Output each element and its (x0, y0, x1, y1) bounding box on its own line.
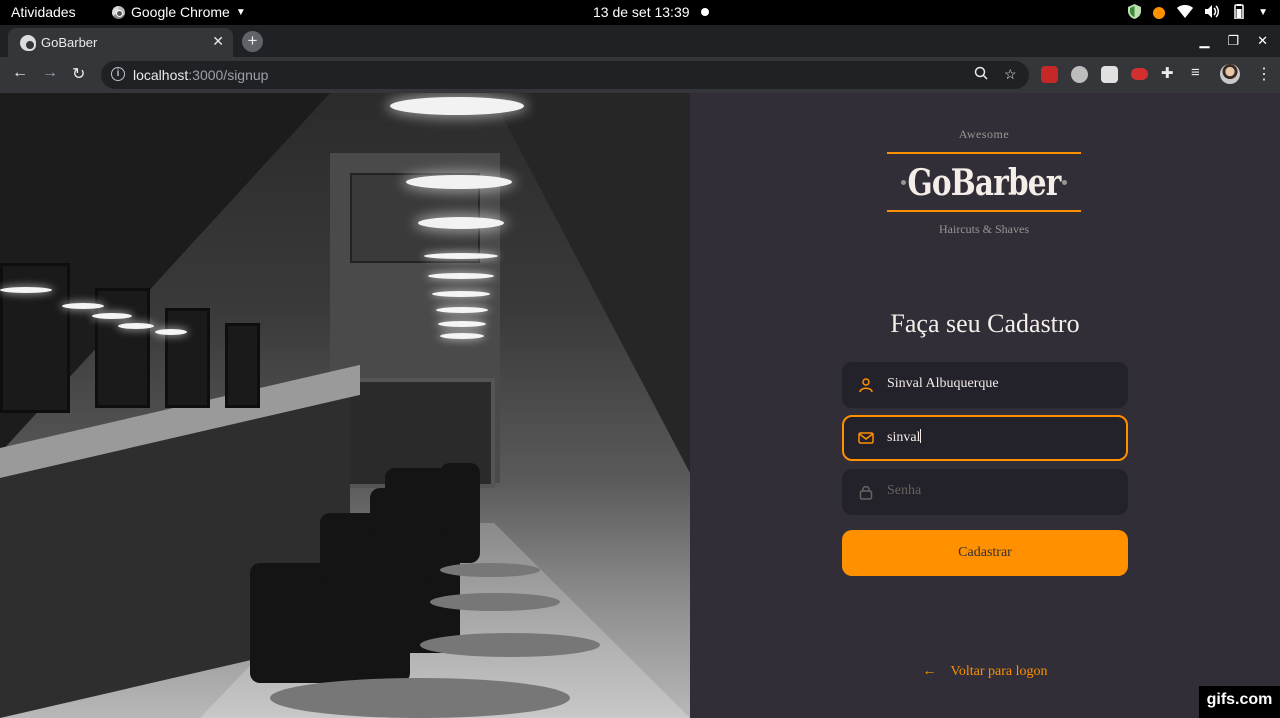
arrow-left-icon: ← (922, 664, 937, 679)
bookmark-star-icon[interactable]: ☆ (1004, 66, 1017, 83)
chevron-down-icon: ▼ (235, 6, 246, 18)
submit-button[interactable]: Cadastrar (842, 530, 1128, 576)
zoom-icon[interactable] (974, 66, 988, 83)
logo-bullet-icon (1062, 180, 1067, 185)
app-name: Google Chrome (131, 4, 230, 20)
page-title: Faça seu Cadastro (890, 309, 1080, 338)
logo-wordmark: GoBarber (907, 162, 1062, 204)
globe-icon (20, 35, 36, 51)
watermark: gifs.com (1199, 686, 1280, 718)
logo-tagline-bottom: Haircuts & Shaves (939, 222, 1029, 236)
lock-icon (858, 484, 874, 500)
wifi-icon[interactable] (1177, 4, 1194, 21)
email-field[interactable]: sinval (842, 415, 1128, 461)
password-input[interactable]: Senha (887, 483, 921, 499)
page-content: Awesome GoBarber Haircuts & Shaves Faça … (0, 93, 1280, 718)
tab-strip: GoBarber ✕ + ▁ ❐ ✕ (0, 25, 1280, 57)
new-tab-button[interactable]: + (242, 31, 263, 52)
logo-divider (887, 210, 1081, 212)
barbershop-photo (0, 93, 690, 718)
minimize-icon[interactable]: ▁ (1199, 33, 1209, 49)
reading-list-icon[interactable]: ≡ (1191, 64, 1200, 81)
close-window-icon[interactable]: ✕ (1257, 33, 1268, 49)
signup-panel: Awesome GoBarber Haircuts & Shaves Faça … (690, 93, 1280, 718)
extension-video-icon[interactable] (1131, 68, 1148, 80)
site-info-icon[interactable]: i (111, 67, 125, 81)
volume-icon[interactable] (1205, 4, 1220, 21)
notification-dot-icon[interactable] (1153, 6, 1166, 19)
address-bar[interactable]: i localhost:3000/signup ☆ (101, 61, 1029, 89)
restore-icon[interactable]: ❐ (1227, 33, 1239, 49)
reload-icon[interactable]: ↻ (72, 64, 85, 84)
system-top-bar: Atividades Google Chrome ▼ 13 de set 13:… (0, 0, 1280, 25)
system-tray[interactable]: ▼ (1128, 3, 1268, 22)
notification-dot-icon (701, 8, 709, 16)
puzzle-icon[interactable]: ✚ (1161, 64, 1174, 82)
clock[interactable]: 13 de set 13:39 (593, 4, 690, 20)
battery-icon[interactable] (1232, 3, 1246, 22)
more-menu-icon[interactable]: ⋮ (1256, 64, 1272, 84)
password-field[interactable]: Senha (842, 469, 1128, 515)
back-to-logon-link[interactable]: ← Voltar para logon (690, 664, 1280, 680)
chevron-down-icon[interactable]: ▼ (1258, 7, 1268, 18)
user-icon (858, 377, 874, 393)
logo-divider (887, 152, 1081, 154)
extension-doc-icon[interactable] (1101, 66, 1118, 83)
logo-tagline-top: Awesome (958, 127, 1010, 141)
name-field[interactable]: Sinval Albuquerque (842, 362, 1128, 408)
browser-toolbar: ← → ↻ i localhost:3000/signup ☆ ✚ ≡ ⋮ (0, 57, 1280, 93)
url-text[interactable]: localhost:3000/signup (133, 67, 268, 83)
activities-button[interactable]: Atividades (11, 4, 76, 20)
close-tab-icon[interactable]: ✕ (212, 33, 224, 50)
back-icon[interactable]: ← (12, 64, 28, 82)
window-controls: ▁ ❐ ✕ (1199, 33, 1268, 49)
extension-circle-icon[interactable] (1071, 66, 1088, 83)
tab-gobarber[interactable]: GoBarber ✕ (8, 28, 233, 57)
profile-avatar[interactable] (1220, 64, 1240, 84)
extension-red-icon[interactable] (1041, 66, 1058, 83)
chrome-icon (112, 5, 125, 19)
shield-icon[interactable] (1128, 3, 1142, 22)
tab-title: GoBarber (41, 35, 98, 50)
email-input[interactable]: sinval (887, 429, 922, 446)
gobarber-logo: Awesome GoBarber Haircuts & Shaves (887, 127, 1081, 237)
app-menu[interactable]: Google Chrome ▼ (112, 4, 246, 20)
name-input[interactable]: Sinval Albuquerque (887, 376, 999, 392)
forward-icon[interactable]: → (42, 64, 58, 82)
mail-icon (858, 430, 874, 446)
